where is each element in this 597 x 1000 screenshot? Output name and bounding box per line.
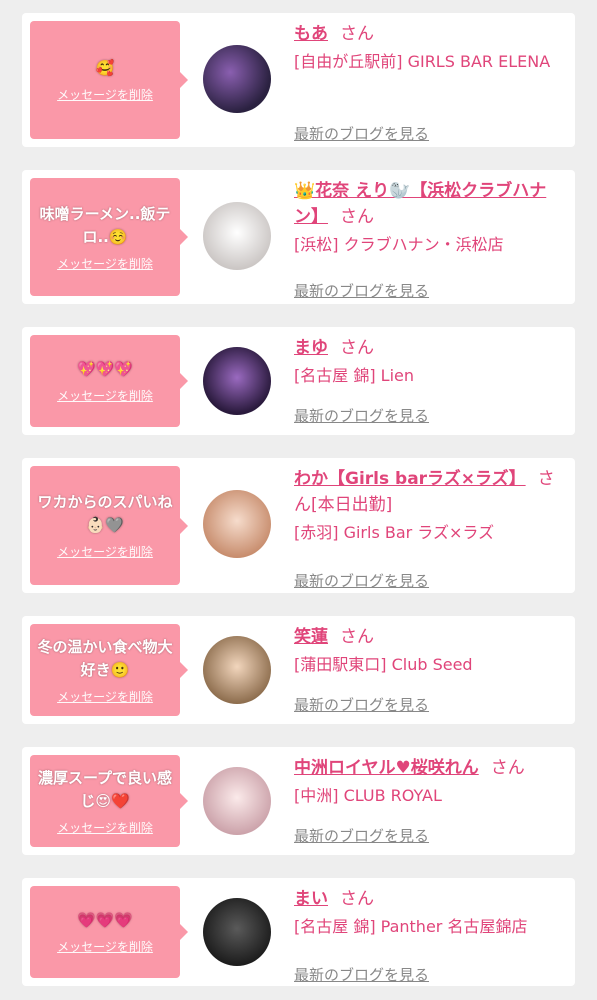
avatar[interactable] xyxy=(203,490,271,558)
store-name: [自由が丘駅前] GIRLS BAR ELENA xyxy=(294,52,551,71)
user-name-link[interactable]: もあ xyxy=(294,24,328,44)
message-bubble: 濃厚スープで良い感じ😍❤️ メッセージを削除 xyxy=(30,755,188,847)
honorific: さん xyxy=(490,758,525,778)
message-text: 味噌ラーメン..飯テロ..☺️ xyxy=(39,204,171,246)
blog-link[interactable]: 最新のブログを見る xyxy=(294,405,429,426)
message-bubble: 冬の温かい食べ物大好き🙂 メッセージを削除 xyxy=(30,624,188,716)
store-name: [名古屋 錦] Panther 名古屋錦店 xyxy=(294,917,528,936)
user-name-link[interactable]: わか【Girls barラズ×ラズ】 xyxy=(294,469,526,489)
blog-link[interactable]: 最新のブログを見る xyxy=(294,570,429,591)
user-info: もあ さん [自由が丘駅前] GIRLS BAR ELENA 最新のブログを見る xyxy=(294,21,565,143)
user-info: 笑蓮 さん [蒲田駅東口] Club Seed 最新のブログを見る xyxy=(294,624,565,714)
message-bubble: 🥰 メッセージを削除 xyxy=(30,21,188,139)
user-name-link[interactable]: 中洲ロイヤル♥桜咲れん xyxy=(294,758,479,778)
honorific: さん xyxy=(340,338,374,358)
message-text: 濃厚スープで良い感じ😍❤️ xyxy=(37,768,173,810)
avatar[interactable] xyxy=(203,898,271,966)
blog-link[interactable]: 最新のブログを見る xyxy=(294,123,429,144)
list-item: 💖💖💖 メッセージを削除 まゆ さん [名古屋 錦] Lien 最新のブログを見る xyxy=(22,327,575,435)
message-text: 🥰 xyxy=(95,59,115,77)
honorific: さん xyxy=(340,627,374,647)
delete-message-link[interactable]: メッセージを削除 xyxy=(57,688,153,705)
user-info: 👑花奈 えり🦭【浜松クラブハナン】 さん [浜松] クラブハナン・浜松店 最新のブ… xyxy=(294,178,565,300)
honorific: さん xyxy=(340,207,374,227)
avatar[interactable] xyxy=(203,347,271,415)
honorific: さん xyxy=(340,24,374,44)
message-bubble: ワカからのスパいね👶🏻🩶 メッセージを削除 xyxy=(30,466,188,585)
message-text: 💗💗💗 xyxy=(76,911,134,929)
delete-message-link[interactable]: メッセージを削除 xyxy=(57,938,153,955)
message-text: 💖💖💖 xyxy=(76,360,134,378)
store-name: [蒲田駅東口] Club Seed xyxy=(294,655,473,674)
blog-link[interactable]: 最新のブログを見る xyxy=(294,964,429,985)
list-item: ワカからのスパいね👶🏻🩶 メッセージを削除 わか【Girls barラズ×ラズ】… xyxy=(22,458,575,593)
delete-message-link[interactable]: メッセージを削除 xyxy=(57,387,153,404)
honorific: さん xyxy=(340,889,374,909)
delete-message-link[interactable]: メッセージを削除 xyxy=(57,255,153,272)
blog-link[interactable]: 最新のブログを見る xyxy=(294,825,429,846)
user-info: わか【Girls barラズ×ラズ】 さん[本日出勤] [赤羽] Girls Ba… xyxy=(294,466,565,590)
delete-message-link[interactable]: メッセージを削除 xyxy=(57,86,153,103)
avatar[interactable] xyxy=(203,45,271,113)
user-info: まい さん [名古屋 錦] Panther 名古屋錦店 最新のブログを見る xyxy=(294,886,565,984)
list-item: 💗💗💗 メッセージを削除 まい さん [名古屋 錦] Panther 名古屋錦店 … xyxy=(22,878,575,986)
delete-message-link[interactable]: メッセージを削除 xyxy=(57,819,153,836)
message-bubble: 💗💗💗 メッセージを削除 xyxy=(30,886,188,978)
list-item: 味噌ラーメン..飯テロ..☺️ メッセージを削除 👑花奈 えり🦭【浜松クラブハナ… xyxy=(22,170,575,304)
user-info: 中洲ロイヤル♥桜咲れん さん [中洲] CLUB ROYAL 最新のブログを見る xyxy=(294,755,565,845)
user-name-link[interactable]: 👑花奈 えり🦭【浜松クラブハナン】 xyxy=(294,181,546,227)
list-item: 濃厚スープで良い感じ😍❤️ メッセージを削除 中洲ロイヤル♥桜咲れん さん [中洲… xyxy=(22,747,575,855)
avatar[interactable] xyxy=(203,636,271,704)
message-text: 冬の温かい食べ物大好き🙂 xyxy=(37,637,173,679)
message-bubble: 💖💖💖 メッセージを削除 xyxy=(30,335,188,427)
list-item: 冬の温かい食べ物大好き🙂 メッセージを削除 笑蓮 さん [蒲田駅東口] Club … xyxy=(22,616,575,724)
user-name-link[interactable]: まゆ xyxy=(294,338,328,358)
user-info: まゆ さん [名古屋 錦] Lien 最新のブログを見る xyxy=(294,335,565,425)
message-text: ワカからのスパいね👶🏻🩶 xyxy=(37,493,173,534)
blog-link[interactable]: 最新のブログを見る xyxy=(294,280,429,301)
store-name: [名古屋 錦] Lien xyxy=(294,366,415,385)
list-item: 🥰 メッセージを削除 もあ さん [自由が丘駅前] GIRLS BAR ELENA… xyxy=(22,13,575,147)
store-name: [中洲] CLUB ROYAL xyxy=(294,786,442,805)
avatar[interactable] xyxy=(203,202,271,270)
store-name: [浜松] クラブハナン・浜松店 xyxy=(294,235,504,254)
user-name-link[interactable]: 笑蓮 xyxy=(294,627,328,647)
delete-message-link[interactable]: メッセージを削除 xyxy=(57,543,153,560)
avatar[interactable] xyxy=(203,767,271,835)
blog-link[interactable]: 最新のブログを見る xyxy=(294,694,429,715)
user-name-link[interactable]: まい xyxy=(294,889,328,909)
message-bubble: 味噌ラーメン..飯テロ..☺️ メッセージを削除 xyxy=(30,178,188,296)
store-name: [赤羽] Girls Bar ラズ×ラズ xyxy=(294,523,495,542)
